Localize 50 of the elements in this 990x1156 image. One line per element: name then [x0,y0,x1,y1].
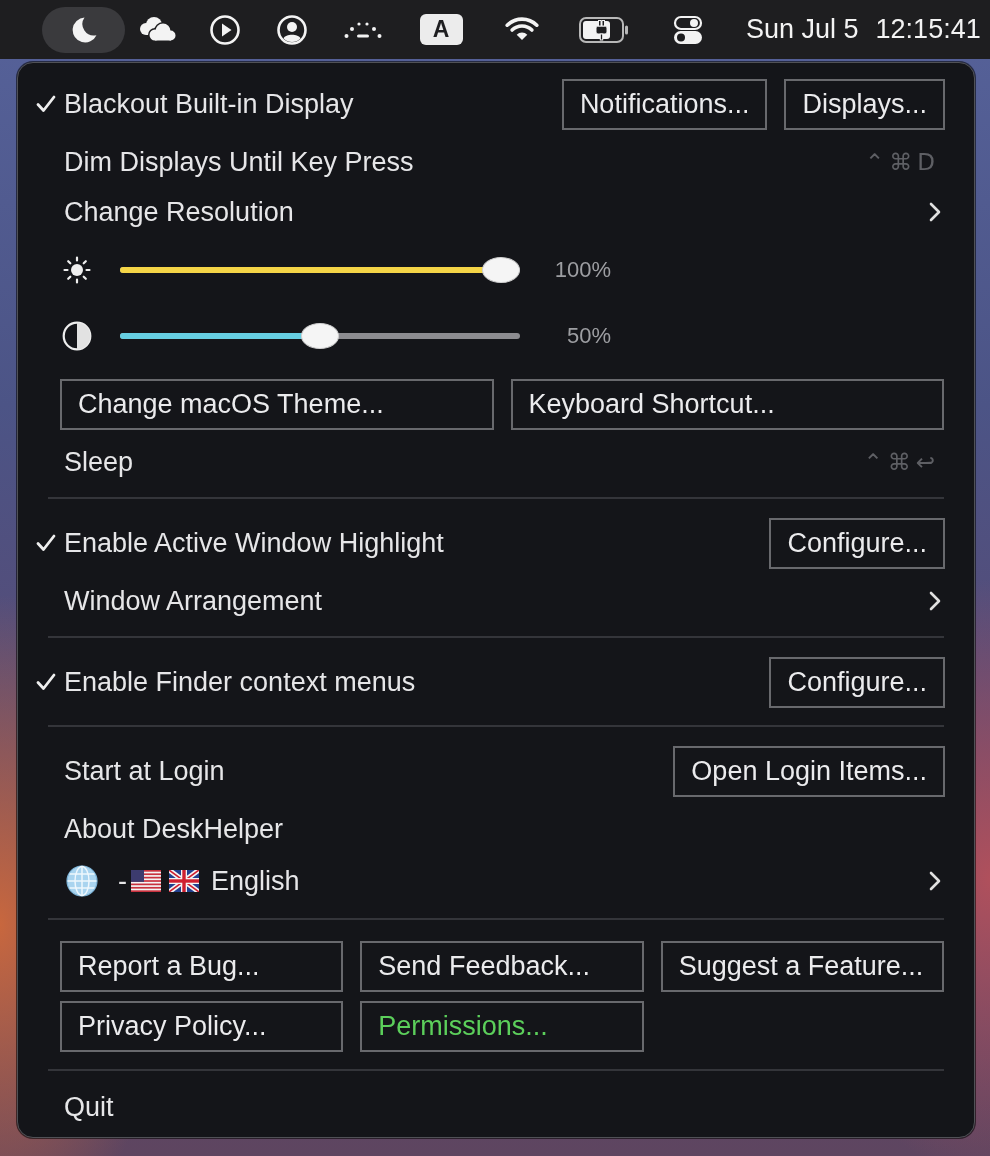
action-button[interactable]: Report a Bug... [60,941,344,992]
slider-value: 50% [565,323,611,349]
action-button[interactable]: Change macOS Theme... [60,379,494,430]
action-button[interactable]: Configure... [769,656,945,708]
menu-item[interactable]: Sleep [64,446,134,478]
slider-track[interactable] [120,323,520,349]
uk-flag-icon [169,870,199,892]
user-icon[interactable] [277,14,307,45]
action-button[interactable]: Suggest a Feature... [660,941,944,992]
toggle-switches-icon[interactable] [672,14,703,45]
menu-item[interactable]: Dim Displays Until Key Press [64,146,414,178]
action-button[interactable]: Open Login Items... [673,745,945,797]
action-button[interactable]: Permissions... [360,1001,644,1052]
dash-text: - [118,865,127,897]
globe-icon [66,865,98,897]
chevron-icon [929,591,941,611]
menu-item[interactable]: Enable Active Window Highlight [64,527,444,559]
menu-item[interactable]: Blackout Built-in Display [64,88,354,120]
action-button[interactable]: Configure... [769,517,945,569]
language-menu-item[interactable]: English [211,865,300,897]
submenu-item[interactable]: Change Resolution [64,196,294,228]
input-source-indicator[interactable]: A [419,14,463,45]
submenu-item[interactable]: Window Arrangement [64,585,323,617]
shortcut-label: ⌃⌘D [865,149,940,175]
us-flag-icon [131,870,161,892]
slider-value: 100% [553,257,611,283]
contrast-icon [62,321,92,351]
action-button[interactable]: Send Feedback... [360,941,644,992]
menu-bar-clock[interactable]: 12:15:41 [875,14,981,45]
sun-icon [62,255,92,285]
menu-bar-date[interactable]: Sun Jul 5 [746,14,859,45]
battery-icon[interactable] [578,16,629,43]
moon-icon [70,16,97,43]
action-button[interactable]: Privacy Policy... [60,1001,344,1052]
action-button[interactable]: Keyboard Shortcut... [510,379,944,430]
play-icon[interactable] [210,14,240,45]
chevron-icon [929,871,941,891]
menu-item[interactable]: Start at Login [64,755,225,787]
status-menu-button[interactable] [42,6,125,53]
action-button[interactable]: Displays... [784,78,945,130]
cloud-icon[interactable] [139,16,177,43]
slider-thumb[interactable] [482,257,520,283]
slider-thumb[interactable] [301,323,339,349]
menu-item[interactable]: Quit [64,1091,114,1123]
menu-item[interactable]: About DeskHelper [64,813,284,845]
action-button[interactable]: Notifications... [561,78,768,130]
chevron-icon [929,202,941,222]
menu-item[interactable]: Enable Finder context menus [64,666,416,698]
shortcut-label: ⌃⌘↩ [863,449,940,475]
slider-track[interactable] [120,257,520,283]
